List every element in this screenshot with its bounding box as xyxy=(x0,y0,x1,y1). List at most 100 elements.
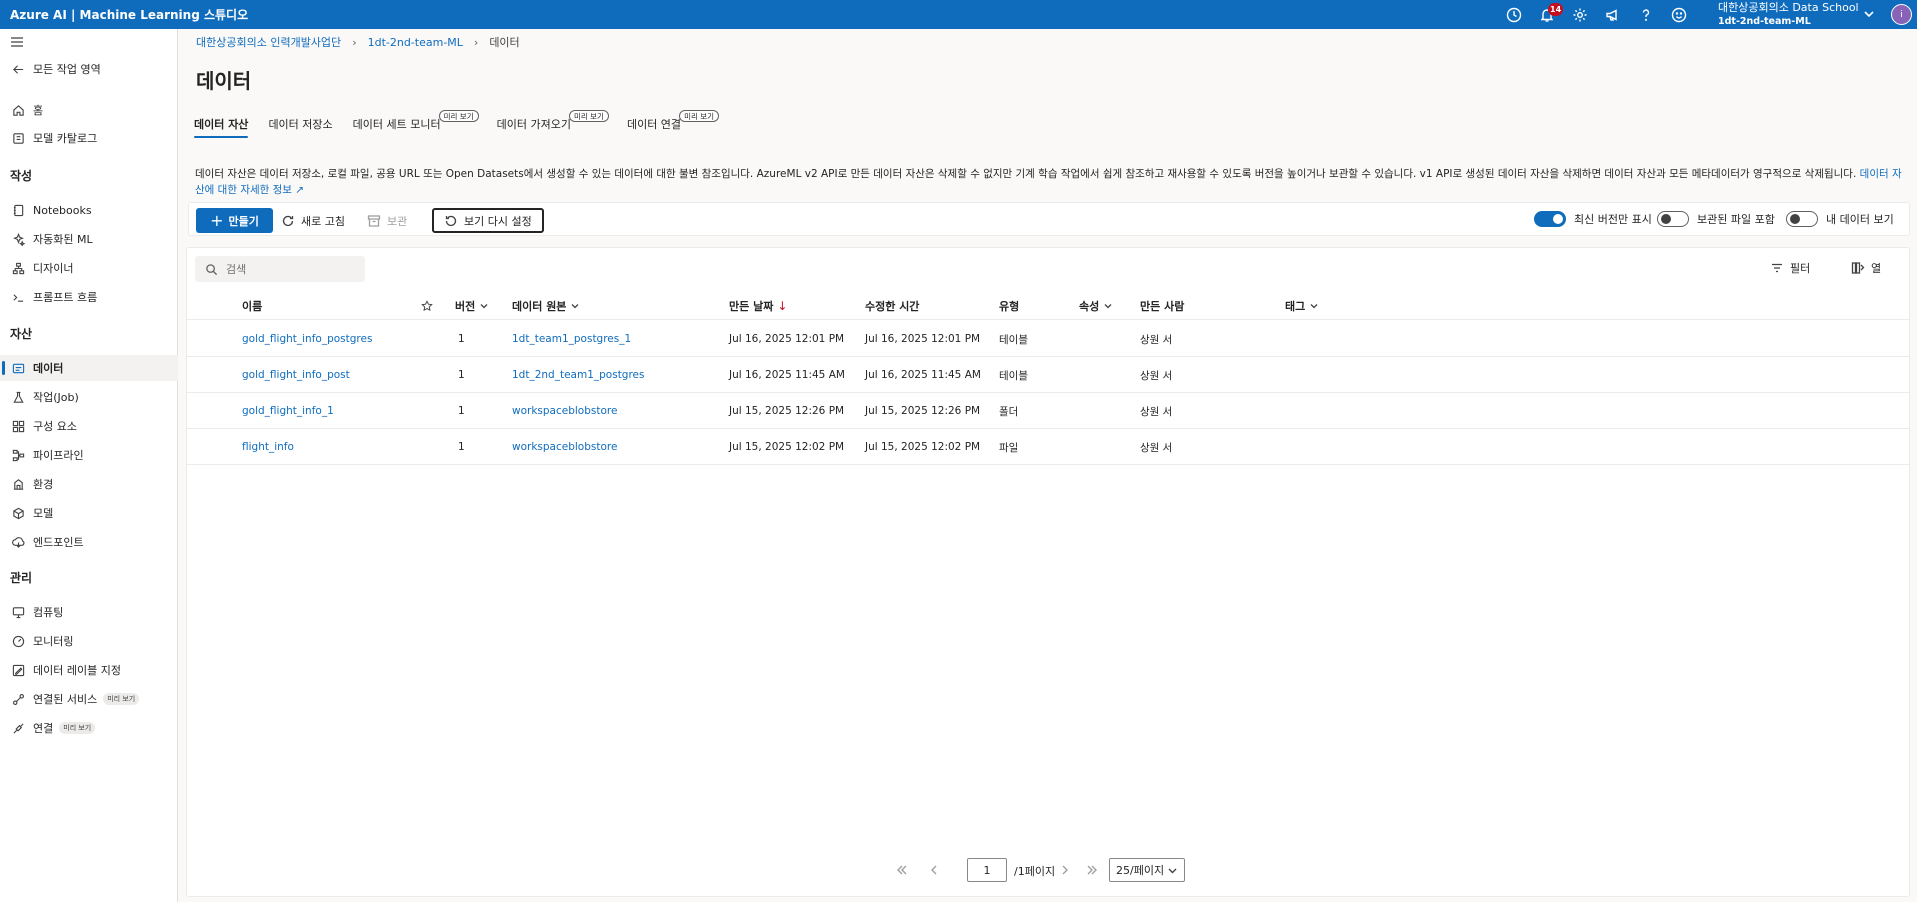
page-size-select[interactable]: 25/페이지 xyxy=(1109,858,1185,882)
account-info[interactable]: 대한상공회의소 Data School 1dt-2nd-team-ML xyxy=(1718,0,1859,29)
notification-badge: 14 xyxy=(1548,3,1564,16)
tab-data-import[interactable]: 데이터 가져오기 미리 보기 xyxy=(497,110,609,138)
chevron-down-icon xyxy=(1309,301,1319,311)
cell-name[interactable]: gold_flight_info_1 xyxy=(242,393,334,429)
sidebar-item-components[interactable]: 구성 요소 xyxy=(0,413,178,439)
filter-button[interactable]: 필터 xyxy=(1770,260,1810,276)
gear-icon[interactable] xyxy=(1563,0,1596,29)
chevron-right-icon: › xyxy=(352,35,357,49)
data-icon xyxy=(11,361,25,375)
next-page-icon[interactable] xyxy=(1055,860,1075,880)
sidebar-item-prompt-flow[interactable]: 프롬프트 흐름 xyxy=(0,284,178,310)
include-archived-toggle[interactable]: 보관된 파일 포함 xyxy=(1657,211,1775,227)
search-input[interactable] xyxy=(226,262,356,276)
cell-source[interactable]: 1dt_team1_postgres_1 xyxy=(512,321,631,357)
archive-button[interactable]: 보관 xyxy=(367,208,407,233)
breadcrumb-org[interactable]: 대한상공회의소 인력개발사업단 xyxy=(196,34,341,50)
sidebar-item-monitoring[interactable]: 모니터링 xyxy=(0,628,178,654)
app-title[interactable]: Azure AI | Machine Learning 스튜디오 xyxy=(0,6,248,23)
tab-dataset-monitors[interactable]: 데이터 세트 모니터 미리 보기 xyxy=(353,110,479,138)
cell-source[interactable]: workspaceblobstore xyxy=(512,429,617,465)
breadcrumb-workspace[interactable]: 1dt-2nd-team-ML xyxy=(368,36,463,49)
refresh-button[interactable]: 새로 고침 xyxy=(281,208,345,233)
toggle-switch[interactable] xyxy=(1534,211,1566,227)
first-page-icon[interactable] xyxy=(892,860,912,880)
my-data-toggle[interactable]: 내 데이터 보기 xyxy=(1786,211,1894,227)
reset-view-button[interactable]: 보기 다시 설정 xyxy=(432,208,544,233)
sidebar-item-label: 모델 카탈로그 xyxy=(33,132,98,145)
description-text: 데이터 자산은 데이터 저장소, 로컬 파일, 공용 URL 또는 Open D… xyxy=(195,168,1857,180)
automl-icon xyxy=(11,232,25,246)
create-button[interactable]: + 만들기 xyxy=(196,208,273,233)
sidebar-item-label: Notebooks xyxy=(33,203,92,217)
column-header-created[interactable]: 만든 날짜 ↓ xyxy=(729,292,787,320)
page-number-input[interactable]: 1 xyxy=(967,858,1007,882)
cell-version: 1 xyxy=(458,405,465,417)
table-row[interactable]: gold_flight_info_1 1 workspaceblobstore … xyxy=(187,393,1909,429)
columns-label: 열 xyxy=(1871,262,1882,275)
cell-name[interactable]: gold_flight_info_post xyxy=(242,357,350,393)
column-header-modified[interactable]: 수정한 시간 xyxy=(865,292,919,320)
cell-created-by: 상원 서 xyxy=(1140,405,1173,418)
table-row[interactable]: gold_flight_info_postgres 1 1dt_team1_po… xyxy=(187,321,1909,357)
sidebar-item-notebooks[interactable]: Notebooks xyxy=(0,197,178,223)
megaphone-icon[interactable] xyxy=(1596,0,1629,29)
sidebar-item-connections[interactable]: 연결 미리 보기 xyxy=(0,715,178,741)
sidebar-item-model-catalog[interactable]: 모델 카탈로그 xyxy=(0,125,178,151)
cell-name[interactable]: gold_flight_info_postgres xyxy=(242,321,372,357)
header-label: 수정한 시간 xyxy=(865,300,920,313)
back-to-workspaces[interactable]: 모든 작업 영역 xyxy=(0,56,178,82)
sidebar-item-endpoints[interactable]: 엔드포인트 xyxy=(0,529,178,555)
reset-icon xyxy=(445,215,457,226)
column-header-name[interactable]: 이름 xyxy=(242,292,262,320)
tab-data-connections[interactable]: 데이터 연결 미리 보기 xyxy=(627,110,720,138)
sidebar-item-home[interactable]: 홈 xyxy=(0,97,178,123)
column-header-version[interactable]: 버전 xyxy=(455,292,489,320)
sidebar-item-designer[interactable]: 디자이너 xyxy=(0,255,178,281)
column-header-tags[interactable]: 태그 xyxy=(1285,292,1319,320)
prompt-flow-icon xyxy=(11,290,25,304)
bell-icon[interactable]: 14 xyxy=(1530,0,1564,29)
latest-version-toggle[interactable]: 최신 버전만 표시 xyxy=(1534,211,1652,227)
avatar[interactable]: i xyxy=(1891,4,1912,25)
sidebar-item-compute[interactable]: 컴퓨팅 xyxy=(0,599,178,625)
hamburger-icon[interactable] xyxy=(9,34,25,50)
help-icon[interactable] xyxy=(1629,0,1662,29)
table-header: 이름 버전 데이터 원본 만든 날짜 ↓ 수정한 시간 유형 속성 만든 사람 태… xyxy=(187,292,1909,320)
chevron-down-icon[interactable] xyxy=(1862,7,1878,23)
table-row[interactable]: gold_flight_info_post 1 1dt_2nd_team1_po… xyxy=(187,357,1909,393)
column-header-created-by[interactable]: 만든 사람 xyxy=(1140,292,1184,320)
column-header-properties[interactable]: 속성 xyxy=(1079,292,1113,320)
toggle-switch[interactable] xyxy=(1657,211,1689,227)
tab-datastores[interactable]: 데이터 저장소 xyxy=(268,110,332,138)
connection-icon xyxy=(11,721,25,735)
sidebar-item-linked-services[interactable]: 연결된 서비스 미리 보기 xyxy=(0,686,178,712)
cell-source[interactable]: workspaceblobstore xyxy=(512,393,617,429)
reset-view-label: 보기 다시 설정 xyxy=(464,214,532,228)
sidebar-item-data[interactable]: 데이터 xyxy=(0,355,178,381)
previous-page-icon[interactable] xyxy=(924,860,944,880)
favorite-star-icon[interactable] xyxy=(421,292,433,320)
smiley-icon[interactable] xyxy=(1662,0,1695,29)
cell-source[interactable]: 1dt_2nd_team1_postgres xyxy=(512,357,645,393)
tab-data-assets[interactable]: 데이터 자산 xyxy=(194,110,249,138)
cell-name[interactable]: flight_info xyxy=(242,429,294,465)
clock-icon[interactable] xyxy=(1497,0,1530,29)
sidebar-item-jobs[interactable]: 작업(Job) xyxy=(0,384,178,410)
sidebar-item-environments[interactable]: 환경 xyxy=(0,471,178,497)
sidebar-item-pipelines[interactable]: 파이프라인 xyxy=(0,442,178,468)
cell-created-by: 상원 서 xyxy=(1140,333,1173,346)
column-header-type[interactable]: 유형 xyxy=(999,292,1019,320)
sidebar-item-models[interactable]: 모델 xyxy=(0,500,178,526)
sidebar-item-automl[interactable]: 자동화된 ML xyxy=(0,226,178,252)
toggle-switch[interactable] xyxy=(1786,211,1818,227)
columns-button[interactable]: 열 xyxy=(1851,260,1881,276)
table-row[interactable]: flight_info 1 workspaceblobstore Jul 15,… xyxy=(187,429,1909,465)
search-box[interactable] xyxy=(195,256,365,282)
main-content: 대한상공회의소 인력개발사업단 › 1dt-2nd-team-ML › 데이터 … xyxy=(179,29,1917,902)
sidebar-item-label: 데이터 xyxy=(33,362,64,375)
last-page-icon[interactable] xyxy=(1082,860,1102,880)
column-header-source[interactable]: 데이터 원본 xyxy=(512,292,580,320)
preview-chip: 미리 보기 xyxy=(103,693,140,705)
sidebar-item-data-labeling[interactable]: 데이터 레이블 지정 xyxy=(0,657,178,683)
